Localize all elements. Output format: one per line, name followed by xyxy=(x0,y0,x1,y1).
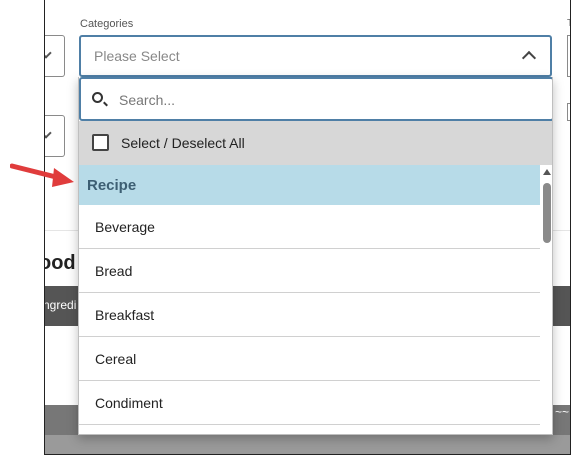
background-footer-text: ~~ xyxy=(555,405,570,419)
background-select-left[interactable] xyxy=(45,35,65,77)
scrollbar[interactable] xyxy=(540,165,552,434)
select-all-checkbox[interactable] xyxy=(92,134,109,151)
list-item[interactable]: Cereal xyxy=(79,337,540,381)
background-select-left-2[interactable] xyxy=(45,115,65,157)
search-icon xyxy=(92,92,103,103)
background-select-right[interactable] xyxy=(567,35,570,77)
list-item[interactable]: Breakfast xyxy=(79,293,540,337)
scroll-up-arrow-icon[interactable] xyxy=(543,169,551,175)
categories-dropdown-panel: Select / Deselect All Recipe Beverage Br… xyxy=(78,77,553,435)
list-item[interactable]: Beverage xyxy=(79,205,540,249)
list-item-partial[interactable] xyxy=(79,425,540,434)
search-input[interactable] xyxy=(119,89,539,111)
list-item[interactable]: Condiment xyxy=(79,381,540,425)
chevron-down-icon xyxy=(45,47,52,59)
select-all-label: Select / Deselect All xyxy=(121,135,245,151)
chevron-down-icon xyxy=(45,127,52,139)
background-footer-bar-2 xyxy=(45,435,570,454)
group-header-recipe[interactable]: Recipe xyxy=(79,165,540,205)
background-right-label: T xyxy=(567,18,570,29)
search-box[interactable] xyxy=(79,77,552,121)
categories-label: Categories xyxy=(80,18,134,30)
background-heading: ood xyxy=(45,252,76,274)
red-arrow-annotation xyxy=(10,163,74,187)
chevron-up-icon[interactable] xyxy=(521,50,537,66)
options-list: Recipe Beverage Bread Breakfast Cereal C… xyxy=(79,165,540,434)
categories-select[interactable]: Please Select xyxy=(79,35,552,77)
background-input-right[interactable] xyxy=(567,103,570,121)
select-placeholder: Please Select xyxy=(94,48,180,64)
background-table-header-label: ngredi xyxy=(44,298,77,312)
select-deselect-all-row[interactable]: Select / Deselect All xyxy=(79,121,552,165)
scroll-thumb[interactable] xyxy=(543,183,551,243)
list-item[interactable]: Bread xyxy=(79,249,540,293)
